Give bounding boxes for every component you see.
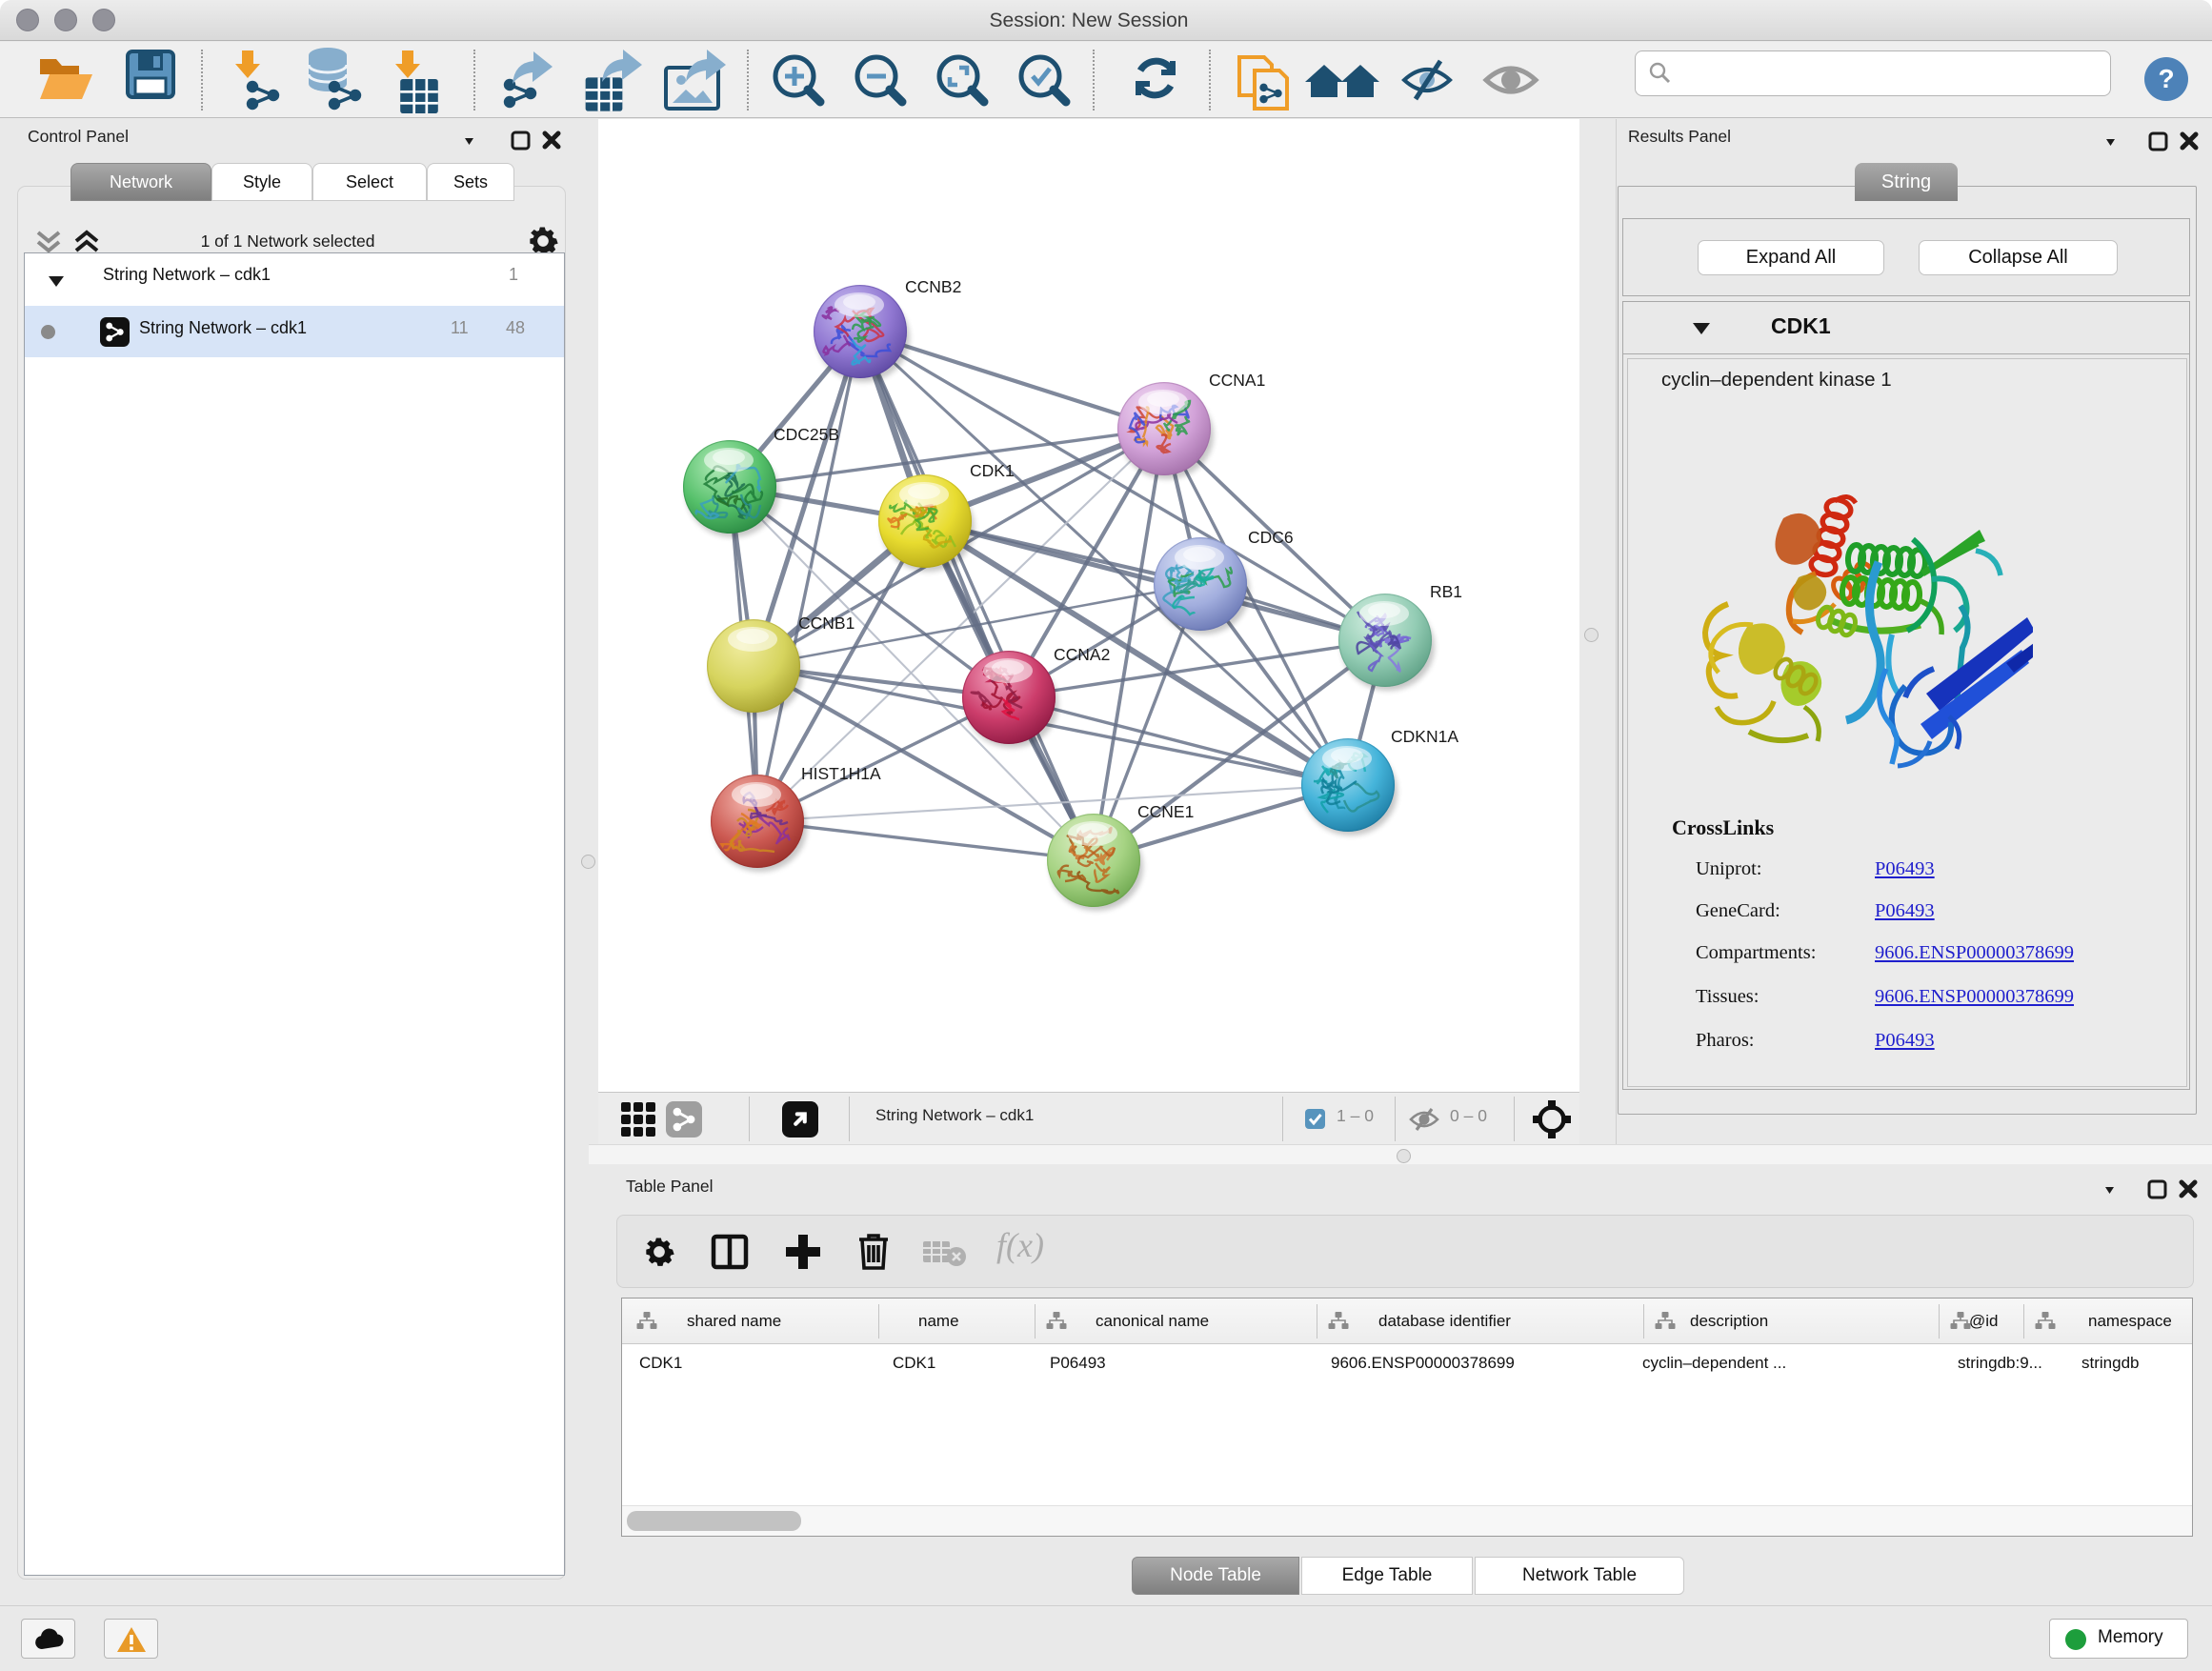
- svg-text:CCNA2: CCNA2: [1054, 645, 1110, 664]
- svg-text:CDC25B: CDC25B: [774, 425, 839, 444]
- svg-text:CDKN1A: CDKN1A: [1391, 727, 1458, 746]
- svg-text:CDC6: CDC6: [1248, 528, 1294, 547]
- svg-text:HIST1H1A: HIST1H1A: [801, 764, 881, 783]
- svg-text:RB1: RB1: [1430, 582, 1462, 601]
- svg-text:CCNB2: CCNB2: [905, 277, 961, 296]
- svg-text:CCNE1: CCNE1: [1137, 802, 1194, 821]
- svg-text:CDK1: CDK1: [970, 461, 1015, 480]
- svg-text:?: ?: [2158, 64, 2174, 93]
- svg-text:CCNB1: CCNB1: [798, 614, 855, 633]
- svg-text:CCNA1: CCNA1: [1209, 371, 1265, 390]
